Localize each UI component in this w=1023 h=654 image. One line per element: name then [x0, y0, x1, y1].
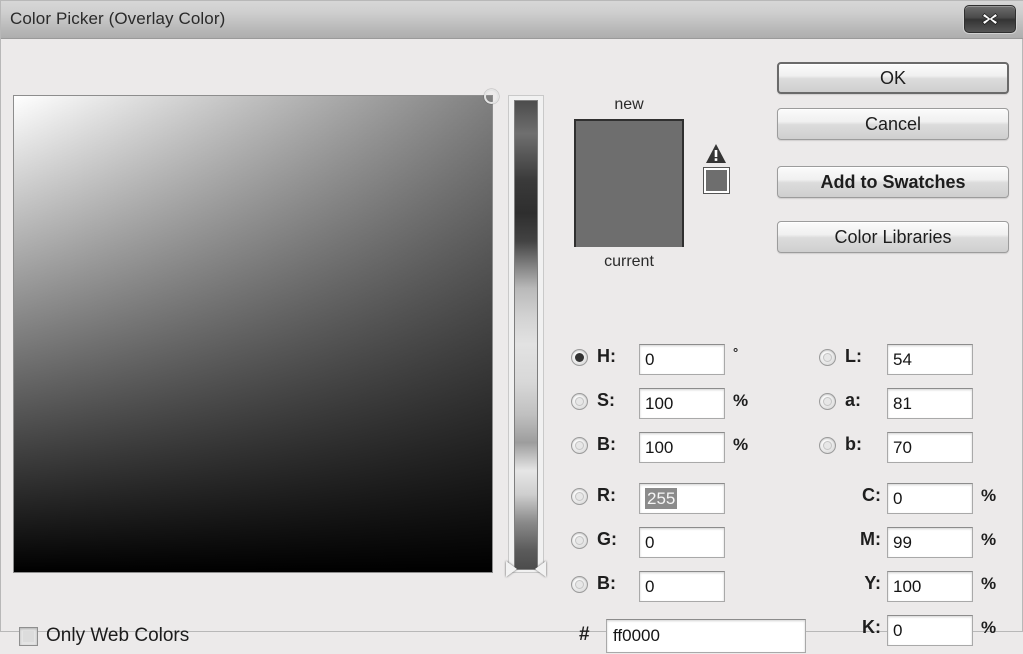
input-hex[interactable]: ff0000: [606, 619, 806, 653]
hue-slider[interactable]: [506, 95, 546, 577]
label-lab-b: b:: [845, 434, 862, 454]
color-field-gradient[interactable]: [14, 96, 492, 572]
window-title: Color Picker (Overlay Color): [10, 9, 226, 28]
radio-red[interactable]: [571, 488, 588, 505]
label-brightness: B:: [597, 434, 616, 454]
hex-hash-label: #: [579, 624, 590, 645]
cancel-button[interactable]: Cancel: [777, 108, 1009, 140]
preview-swatch[interactable]: [574, 119, 684, 247]
radio-green[interactable]: [571, 532, 588, 549]
radio-lab-b[interactable]: [819, 437, 836, 454]
label-green: G:: [597, 529, 617, 549]
input-saturation[interactable]: 100: [639, 388, 725, 419]
unit-brightness: %: [733, 435, 749, 454]
input-red[interactable]: 255: [639, 483, 725, 514]
radio-lab-a[interactable]: [819, 393, 836, 410]
unit-cyan: %: [981, 486, 997, 505]
input-blue[interactable]: 0: [639, 571, 725, 602]
label-magenta: M:: [860, 529, 881, 549]
ok-button[interactable]: OK: [777, 62, 1009, 94]
label-black: K:: [862, 617, 881, 637]
input-lab-l[interactable]: 54: [887, 344, 973, 375]
new-color-label: new: [614, 96, 644, 113]
hex-row: # ff0000: [579, 619, 809, 653]
only-web-colors-label: Only Web Colors: [46, 625, 190, 646]
input-red-selection: 255: [645, 488, 678, 509]
label-lab-a: a:: [845, 390, 862, 410]
color-picker-dialog: Color Picker (Overlay Color) new current…: [0, 0, 1023, 653]
input-yellow[interactable]: 100: [887, 571, 973, 602]
input-brightness[interactable]: 100: [639, 432, 725, 463]
label-lab-l: L:: [845, 346, 862, 366]
input-hue[interactable]: 0: [639, 344, 725, 375]
hue-slider-thumb-left[interactable]: [506, 561, 517, 577]
input-magenta[interactable]: 99: [887, 527, 973, 558]
unit-black: %: [981, 618, 997, 637]
color-preview: new current: [574, 95, 684, 272]
only-web-colors-checkbox[interactable]: [19, 627, 38, 646]
radio-lab-l[interactable]: [819, 349, 836, 366]
hue-slider-thumb-right[interactable]: [535, 561, 546, 577]
color-field[interactable]: [13, 89, 499, 573]
current-color-label: current: [604, 253, 654, 270]
input-green[interactable]: 0: [639, 527, 725, 558]
input-lab-b[interactable]: 70: [887, 432, 973, 463]
gamut-warning[interactable]: [701, 143, 731, 194]
add-to-swatches-button[interactable]: Add to Swatches: [777, 166, 1009, 198]
current-color-swatch[interactable]: [576, 184, 682, 247]
label-blue: B:: [597, 573, 616, 593]
unit-magenta: %: [981, 530, 997, 549]
label-hue: H:: [597, 346, 616, 366]
label-cyan: C:: [862, 485, 881, 505]
input-lab-a[interactable]: 81: [887, 388, 973, 419]
input-cyan[interactable]: 0: [887, 483, 973, 514]
unit-hue: °: [733, 345, 739, 360]
input-black[interactable]: 0: [887, 615, 973, 646]
radio-blue[interactable]: [571, 576, 588, 593]
unit-saturation: %: [733, 391, 749, 410]
new-color-swatch[interactable]: [576, 121, 682, 184]
label-yellow: Y:: [864, 573, 881, 593]
radio-brightness[interactable]: [571, 437, 588, 454]
gamut-alternate-swatch[interactable]: [702, 167, 730, 194]
hue-slider-track[interactable]: [506, 100, 546, 577]
label-red: R:: [597, 485, 616, 505]
color-libraries-button[interactable]: Color Libraries: [777, 221, 1009, 253]
close-button[interactable]: [964, 5, 1016, 33]
dialog-body: new current H: 0 ° S: 100 % B: 100 % R: …: [1, 39, 1023, 653]
radio-saturation[interactable]: [571, 393, 588, 410]
radio-hue[interactable]: [571, 349, 588, 366]
label-saturation: S:: [597, 390, 615, 410]
unit-yellow: %: [981, 574, 997, 593]
gamut-warning-triangle-icon: [705, 143, 727, 165]
title-bar: Color Picker (Overlay Color): [1, 1, 1023, 39]
color-field-marker[interactable]: [484, 89, 499, 104]
